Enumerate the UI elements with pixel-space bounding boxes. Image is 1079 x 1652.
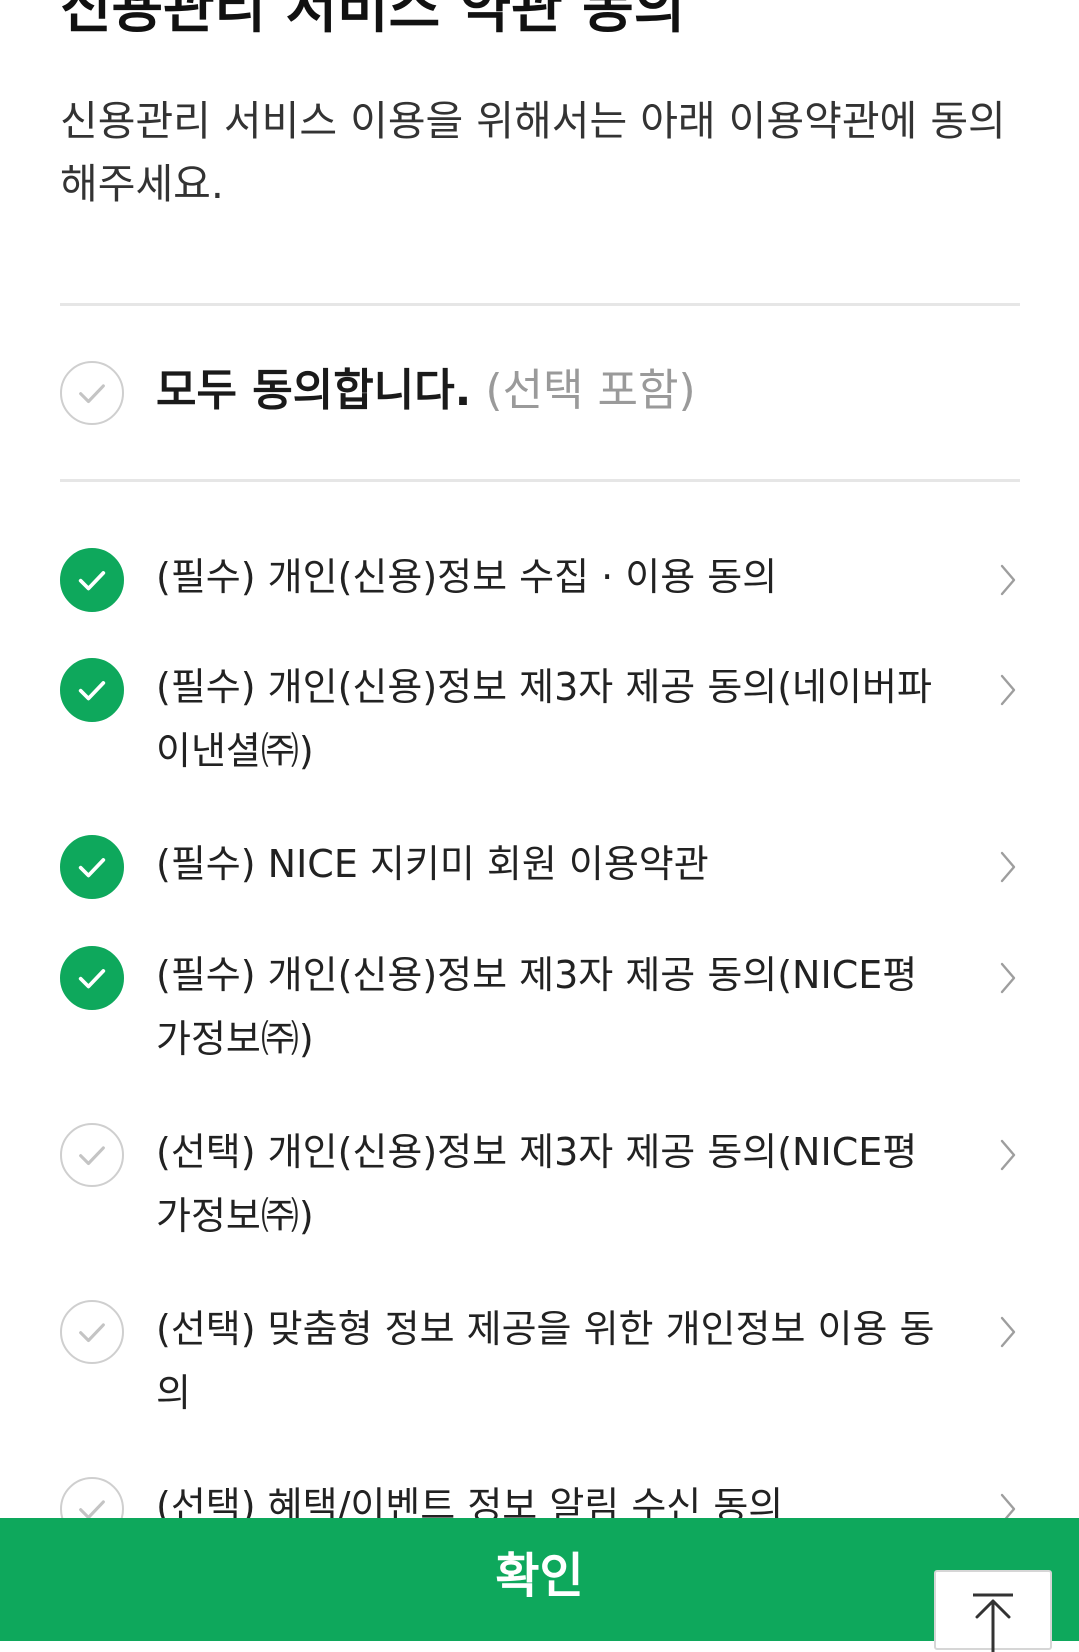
divider-bottom	[60, 479, 1020, 482]
term-label: (필수) 개인(신용)정보 제3자 제공 동의(NICE평가정보㈜)	[156, 953, 918, 1061]
term-checkbox[interactable]	[60, 548, 124, 612]
chevron-right-icon[interactable]	[996, 562, 1020, 598]
page-description: 신용관리 서비스 이용을 위해서는 아래 이용약관에 동의해주세요.	[60, 97, 1006, 208]
term-label: (필수) NICE 지키미 회원 이용약관	[156, 842, 709, 886]
term-label: (선택) 개인(신용)정보 제3자 제공 동의(NICE평가정보㈜)	[156, 1130, 918, 1238]
confirm-label: 확인	[495, 1548, 584, 1604]
chevron-right-icon[interactable]	[996, 960, 1020, 996]
agree-all-checkbox[interactable]	[60, 361, 124, 425]
term-label: (필수) 개인(신용)정보 제3자 제공 동의(네이버파이낸셜㈜)	[156, 665, 932, 773]
scroll-to-top-button[interactable]	[934, 1570, 1052, 1652]
check-icon	[78, 571, 106, 591]
arrow-up-icon	[973, 1593, 1013, 1652]
check-icon	[79, 1146, 105, 1166]
chevron-right-icon[interactable]	[996, 849, 1020, 885]
chevron-right-icon[interactable]	[996, 1137, 1020, 1173]
check-icon	[79, 384, 105, 404]
term-label: (필수) 개인(신용)정보 수집 · 이용 동의	[156, 555, 778, 599]
check-icon	[78, 681, 106, 701]
confirm-button[interactable]: 확인	[0, 1518, 1079, 1641]
term-checkbox[interactable]	[60, 946, 124, 1010]
divider-top	[60, 303, 1020, 306]
term-checkbox[interactable]	[60, 835, 124, 899]
agree-all-sub-text: (선택 포함)	[485, 365, 696, 416]
check-icon	[78, 858, 106, 878]
agree-all-main-text: 모두 동의합니다.	[156, 365, 472, 416]
page-title: 신용관리 서비스 약관 동의	[60, 0, 686, 41]
term-checkbox[interactable]	[60, 1300, 124, 1364]
term-label: (선택) 맞춤형 정보 제공을 위한 개인정보 이용 동의	[156, 1307, 935, 1415]
check-icon	[78, 969, 106, 989]
term-checkbox[interactable]	[60, 1123, 124, 1187]
chevron-right-icon[interactable]	[996, 1314, 1020, 1350]
check-icon	[79, 1323, 105, 1343]
term-checkbox[interactable]	[60, 658, 124, 722]
chevron-right-icon[interactable]	[996, 672, 1020, 708]
agree-all-label[interactable]: 모두 동의합니다. (선택 포함)	[156, 358, 696, 424]
